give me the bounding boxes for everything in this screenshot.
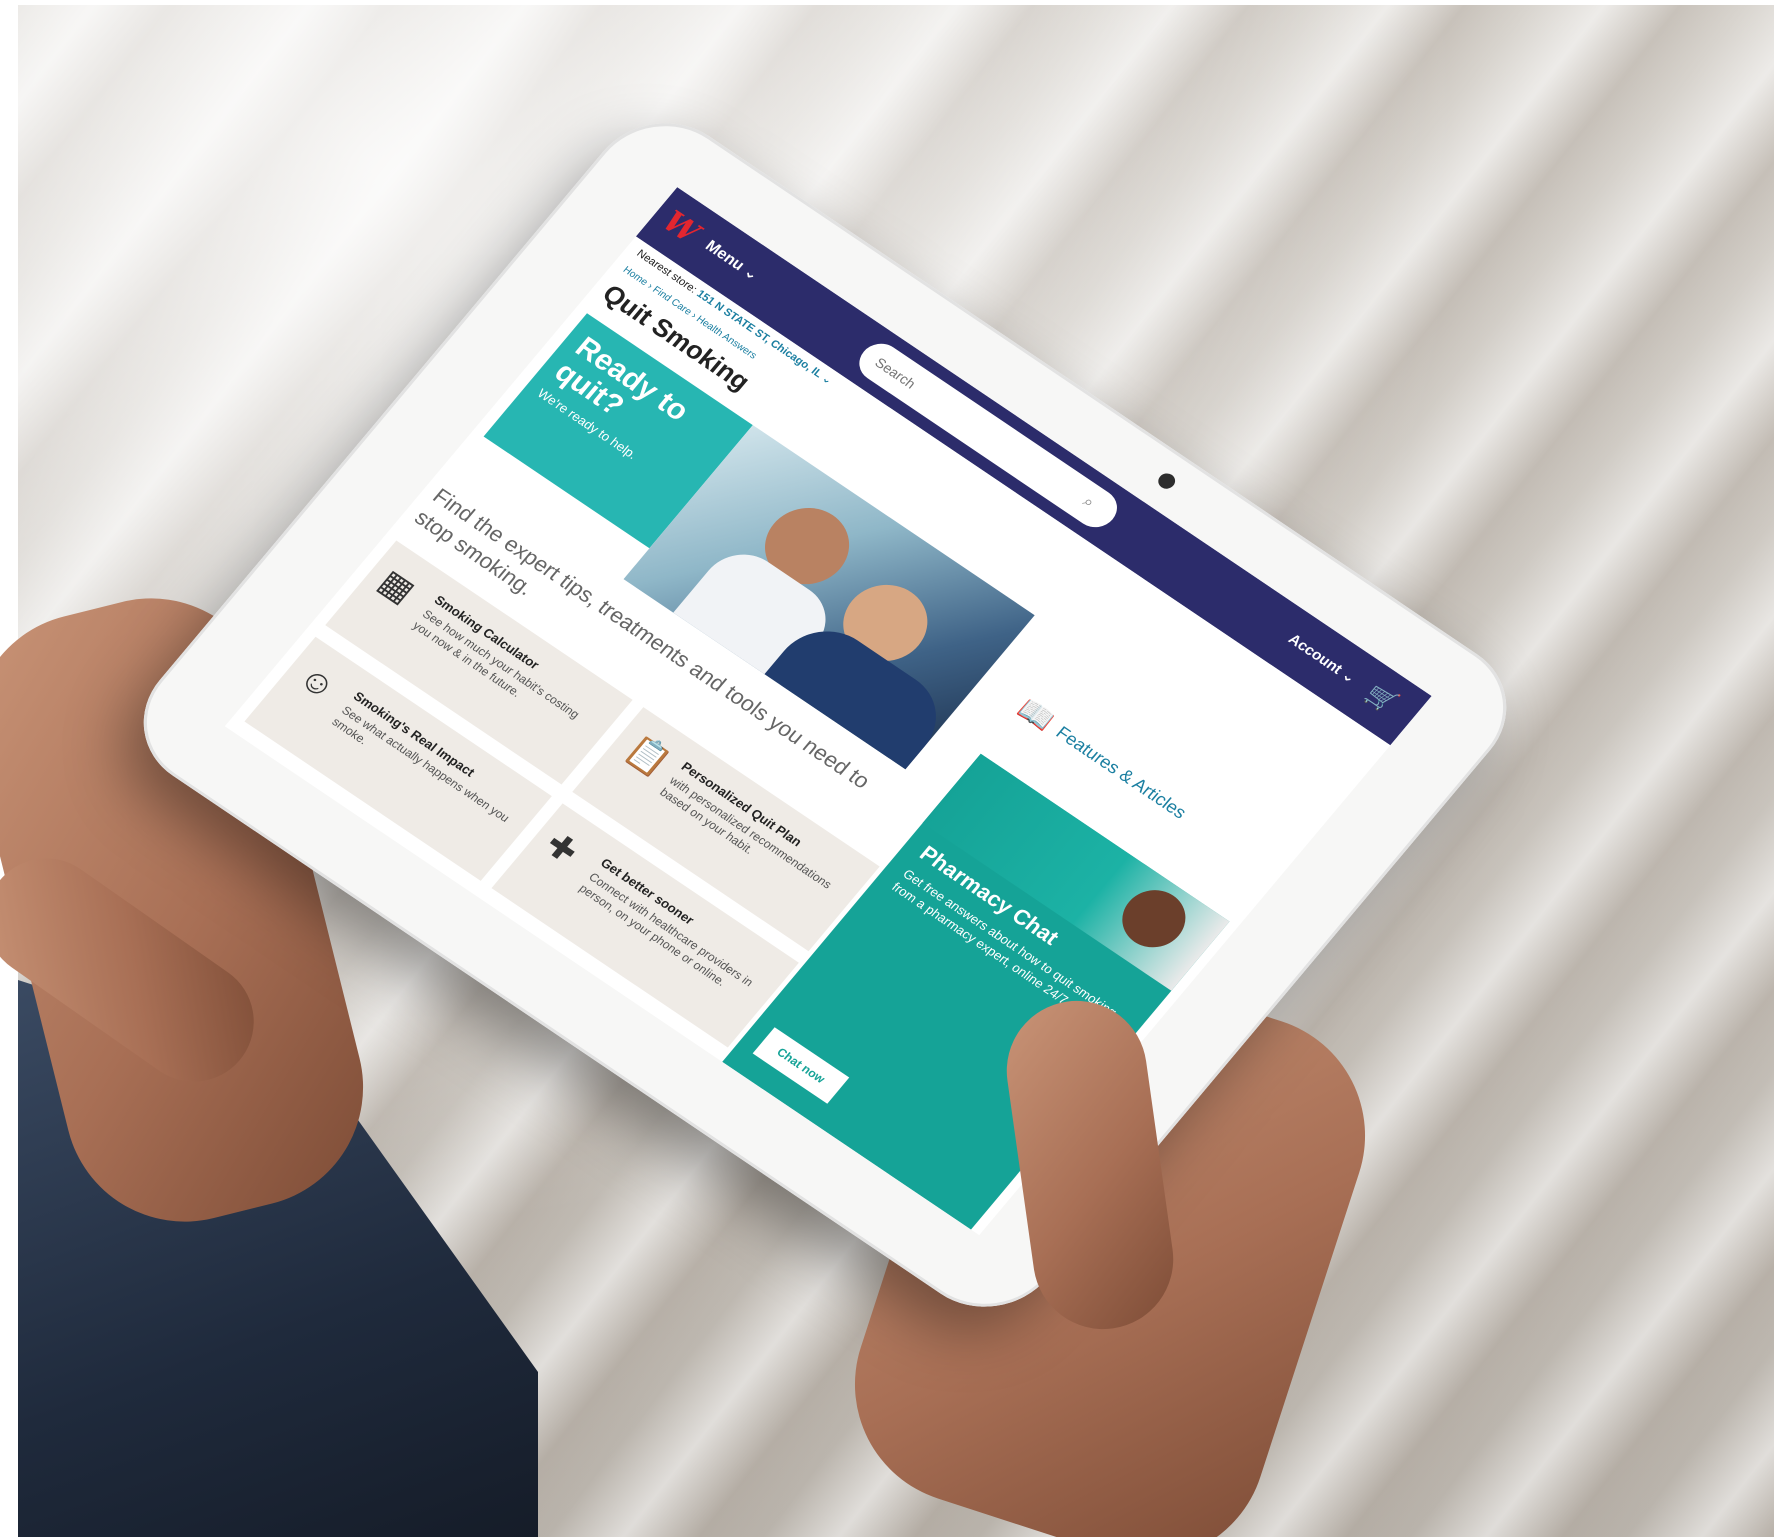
cart-icon[interactable]: 🛒: [1360, 679, 1404, 718]
pharmacist-face: [1109, 878, 1199, 959]
chat-now-button[interactable]: Chat now: [752, 1027, 850, 1104]
menu-button[interactable]: Menu ⌄: [701, 236, 763, 285]
account-button[interactable]: Account ⌄: [1285, 630, 1360, 687]
camera-icon: [1154, 470, 1179, 492]
book-icon: 📖: [1011, 692, 1061, 737]
features-label[interactable]: Features & Articles: [1053, 722, 1191, 822]
